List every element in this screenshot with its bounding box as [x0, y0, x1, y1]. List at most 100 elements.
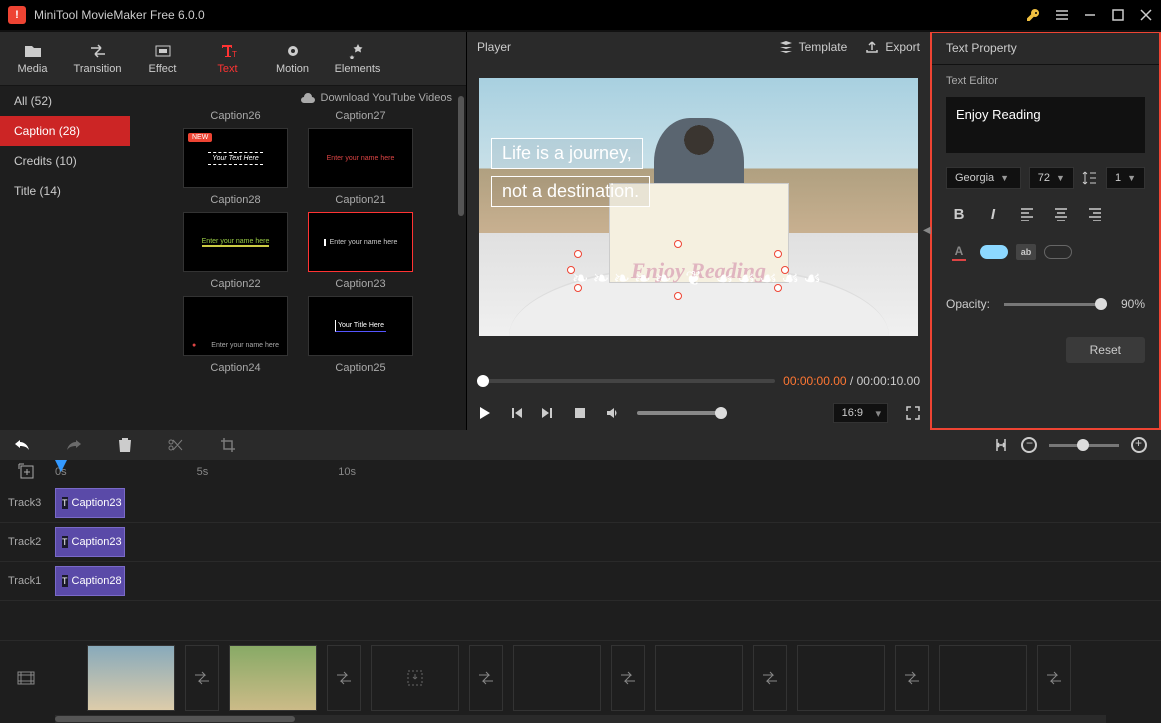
template-button[interactable]: Template [779, 40, 848, 54]
media-clip[interactable] [229, 645, 317, 711]
transition-slot[interactable] [469, 645, 503, 711]
empty-media-slot[interactable] [371, 645, 459, 711]
maximize-button[interactable] [1111, 8, 1125, 22]
timeline-ruler[interactable]: 0s 5s 10s [0, 460, 1161, 484]
fullscreen-button[interactable] [906, 406, 920, 420]
horizontal-scrollbar[interactable] [55, 715, 1106, 723]
media-clip[interactable] [87, 645, 175, 711]
key-icon[interactable] [1025, 7, 1041, 23]
overlay-text-2[interactable]: not a destination. [491, 176, 650, 207]
seek-bar[interactable] [477, 379, 775, 383]
zoom-slider[interactable] [1049, 444, 1119, 447]
transition-slot[interactable] [1037, 645, 1071, 711]
download-youtube-link[interactable]: Download YouTube Videos [321, 92, 453, 104]
track-label: Track3 [0, 497, 55, 509]
volume-icon[interactable] [605, 406, 619, 420]
text-property-panel: ◀ Text Property Text Editor Enjoy Readin… [930, 32, 1161, 430]
media-track [0, 640, 1161, 715]
empty-media-slot[interactable] [939, 645, 1027, 711]
empty-media-slot[interactable] [513, 645, 601, 711]
tab-elements[interactable]: Elements [325, 32, 390, 85]
zoom-out-button[interactable]: − [1021, 437, 1037, 453]
thumb-label: Caption25 [308, 362, 413, 374]
track-row: Track2 TCaption23 [0, 523, 1161, 562]
fit-timeline-button[interactable] [993, 437, 1009, 453]
zoom-in-button[interactable]: + [1131, 437, 1147, 453]
next-button[interactable] [541, 406, 555, 420]
align-right-button[interactable] [1082, 201, 1108, 227]
crop-button[interactable] [220, 437, 236, 453]
timeline-clip[interactable]: TCaption28 [55, 566, 125, 596]
transition-slot[interactable] [327, 645, 361, 711]
play-button[interactable] [477, 406, 491, 420]
tab-effect[interactable]: Effect [130, 32, 195, 85]
app-logo: ! [8, 6, 26, 24]
volume-slider[interactable] [637, 411, 727, 415]
text-color-button[interactable]: A [946, 239, 972, 265]
transition-slot[interactable] [611, 645, 645, 711]
timeline-clip[interactable]: TCaption23 [55, 488, 125, 518]
font-family-select[interactable]: Georgia▼ [946, 167, 1021, 189]
sidebar-item-title[interactable]: Title (14) [0, 176, 130, 206]
cloud-download-icon [301, 92, 315, 104]
scrollbar-thumb[interactable] [458, 96, 464, 216]
line-height-select[interactable]: 1▼ [1106, 167, 1145, 189]
add-track-button[interactable] [18, 463, 38, 483]
aspect-ratio-select[interactable]: 16:9 [833, 403, 888, 423]
reset-button[interactable]: Reset [1066, 337, 1145, 363]
stop-button[interactable] [573, 406, 587, 420]
tab-text[interactable]: T Text [195, 32, 260, 85]
template-caption23[interactable]: Enter your name here [308, 212, 413, 272]
align-left-button[interactable] [1014, 201, 1040, 227]
timeline: 0s 5s 10s Track3 TCaption23 Track2 TCapt… [0, 460, 1161, 723]
align-center-button[interactable] [1048, 201, 1074, 227]
svg-text:T: T [232, 50, 237, 59]
bold-button[interactable]: B [946, 201, 972, 227]
sidebar-item-caption[interactable]: Caption (28) [0, 116, 130, 146]
template-catalog: Download YouTube Videos Caption26 Captio… [130, 86, 466, 430]
transition-slot[interactable] [185, 645, 219, 711]
menu-icon[interactable] [1055, 8, 1069, 22]
empty-media-slot[interactable] [655, 645, 743, 711]
tab-media[interactable]: Media [0, 32, 65, 85]
undo-button[interactable] [14, 438, 30, 452]
prev-button[interactable] [509, 406, 523, 420]
player-panel: Player Template Export Life is a journey… [467, 32, 930, 430]
sidebar-item-credits[interactable]: Credits (10) [0, 146, 130, 176]
empty-media-slot[interactable] [797, 645, 885, 711]
redo-button[interactable] [66, 438, 82, 452]
transition-slot[interactable] [753, 645, 787, 711]
opacity-slider[interactable] [1004, 303, 1107, 306]
thumb-label: Caption23 [308, 278, 413, 290]
highlight-button[interactable]: ab [1016, 244, 1036, 260]
preview-canvas[interactable]: Life is a journey, not a destination. En… [479, 78, 918, 336]
template-caption24[interactable]: ● Enter your name here [183, 296, 288, 356]
track-row: Track1 TCaption28 [0, 562, 1161, 601]
font-size-select[interactable]: 72▼ [1029, 167, 1074, 189]
text-color-swatch[interactable] [980, 245, 1008, 259]
delete-button[interactable] [118, 437, 132, 453]
line-height-icon [1082, 170, 1098, 186]
sidebar-item-all[interactable]: All (52) [0, 86, 130, 116]
transition-slot[interactable] [895, 645, 929, 711]
template-caption28[interactable]: NEW Your Text Here [183, 128, 288, 188]
text-content-input[interactable]: Enjoy Reading [946, 97, 1145, 153]
export-button[interactable]: Export [865, 40, 920, 54]
text-editor-label: Text Editor [932, 65, 1159, 97]
library-panel: Media Transition Effect T Text Motion El… [0, 32, 467, 430]
tab-transition[interactable]: Transition [65, 32, 130, 85]
template-caption25[interactable]: Your Title Here [308, 296, 413, 356]
thumb-label: Caption26 [183, 110, 288, 122]
overlay-text-1[interactable]: Life is a journey, [491, 138, 643, 169]
track-label: Track1 [0, 575, 55, 587]
minimize-button[interactable] [1083, 8, 1097, 22]
highlight-color-swatch[interactable] [1044, 245, 1072, 259]
cut-button[interactable] [168, 437, 184, 453]
expand-caret-icon[interactable]: ◀ [923, 225, 931, 236]
template-caption21[interactable]: Enter your name here [308, 128, 413, 188]
timeline-clip[interactable]: TCaption23 [55, 527, 125, 557]
template-caption22[interactable]: Enter your name here [183, 212, 288, 272]
close-button[interactable] [1139, 8, 1153, 22]
tab-motion[interactable]: Motion [260, 32, 325, 85]
italic-button[interactable]: I [980, 201, 1006, 227]
